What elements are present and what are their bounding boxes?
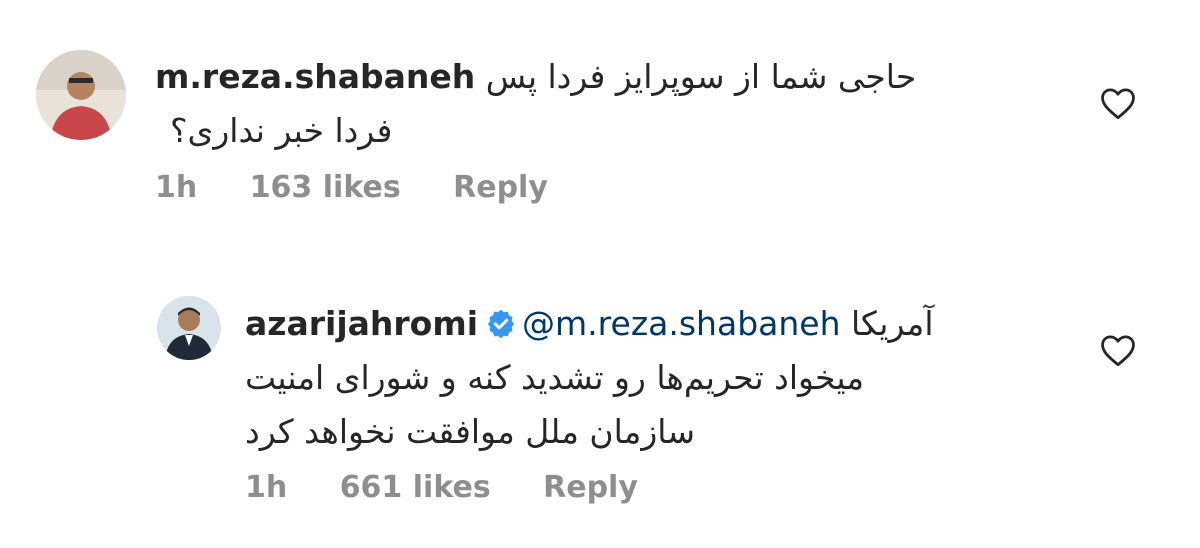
comment-meta: 1h 163 likes Reply bbox=[155, 170, 590, 205]
comment-item: m.reza.shabaneh حاجی شما از سوپرایز فردا… bbox=[0, 0, 1200, 240]
comment-meta: 1h 661 likes Reply bbox=[245, 470, 680, 505]
heart-icon[interactable] bbox=[1099, 86, 1137, 120]
comment-username[interactable]: azarijahromi bbox=[245, 304, 478, 343]
comment-line: m.reza.shabaneh حاجی شما از سوپرایز فردا… bbox=[155, 50, 955, 104]
reply-button[interactable]: Reply bbox=[543, 470, 638, 505]
comment-body-line-2: فردا خبر نداری؟ bbox=[170, 111, 393, 150]
comment-item: azarijahromi @m.reza.shabaneh آمریکا میخ… bbox=[0, 240, 1200, 548]
comment-mention[interactable]: @m.reza.shabaneh bbox=[522, 304, 840, 343]
verified-badge-icon bbox=[486, 309, 516, 339]
comment-line: میخواد تحریم‌ها رو تشدید کنه و شورای امن… bbox=[245, 351, 1065, 405]
avatar-image bbox=[36, 50, 126, 140]
avatar[interactable] bbox=[157, 296, 221, 360]
comment-body-line-3: سازمان ملل موافقت نخواهد کرد bbox=[245, 412, 695, 451]
comment-likes[interactable]: 163 likes bbox=[250, 170, 401, 205]
comment-line: سازمان ملل موافقت نخواهد کرد bbox=[245, 405, 1065, 459]
comment-username[interactable]: m.reza.shabaneh bbox=[155, 57, 475, 96]
comment-line: فردا خبر نداری؟ bbox=[155, 104, 955, 158]
comment-body-line-2: میخواد تحریم‌ها رو تشدید کنه و شورای امن… bbox=[245, 358, 864, 397]
comment-time: 1h bbox=[155, 170, 198, 205]
reply-button[interactable]: Reply bbox=[453, 170, 548, 205]
comment-text: m.reza.shabaneh حاجی شما از سوپرایز فردا… bbox=[155, 50, 955, 158]
comment-line: azarijahromi @m.reza.shabaneh آمریکا bbox=[245, 297, 1065, 351]
avatar-image bbox=[157, 296, 221, 360]
comment-body-line-1: آمریکا bbox=[851, 304, 934, 343]
heart-icon[interactable] bbox=[1099, 333, 1137, 367]
comment-body-line-1: حاجی شما از سوپرایز فردا پس bbox=[485, 57, 917, 96]
comment-likes[interactable]: 661 likes bbox=[340, 470, 491, 505]
comment-time: 1h bbox=[245, 470, 288, 505]
avatar[interactable] bbox=[36, 50, 126, 140]
comment-text: azarijahromi @m.reza.shabaneh آمریکا میخ… bbox=[245, 297, 1065, 459]
